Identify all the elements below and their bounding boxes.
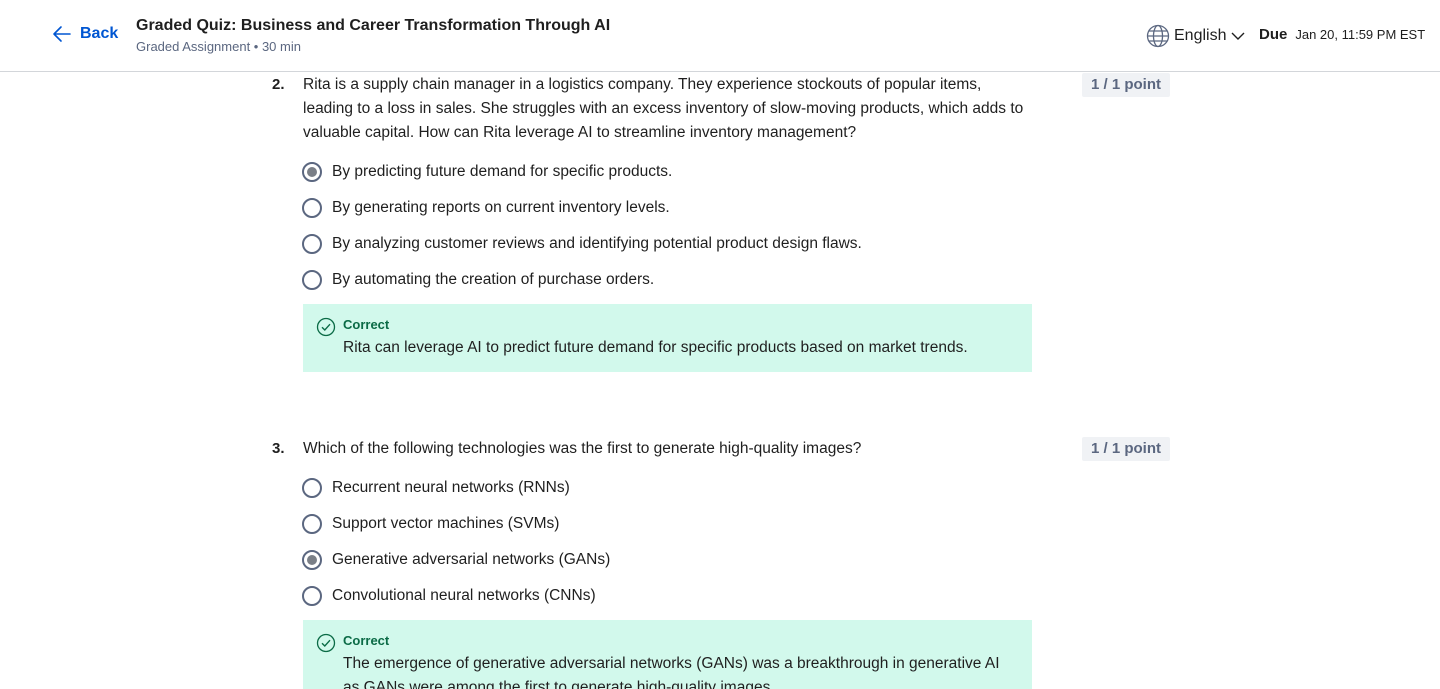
assignment-heading: Graded Quiz: Business and Career Transfo… — [136, 16, 610, 56]
page-title: Graded Quiz: Business and Career Transfo… — [136, 17, 611, 34]
arrow-left-icon — [53, 26, 71, 42]
answer-option[interactable]: Support vector machines (SVMs) — [302, 506, 610, 542]
top-header: Back Graded Quiz: Business and Career Tr… — [0, 0, 1440, 72]
due-label: Due — [1259, 26, 1288, 43]
check-circle-icon — [316, 317, 336, 337]
option-label: Support vector machines (SVMs) — [332, 515, 560, 532]
radio-button[interactable] — [302, 198, 322, 218]
answer-option[interactable]: Generative adversarial networks (GANs) — [302, 542, 610, 578]
answer-option[interactable]: By generating reports on current invento… — [302, 190, 862, 226]
feedback-status: Correct — [343, 633, 390, 648]
question-number: 2. — [272, 76, 285, 93]
feedback-text: Rita can leverage AI to predict future d… — [343, 339, 968, 356]
page-subtitle: Graded Assignment • 30 min — [136, 39, 301, 54]
quiz-content[interactable]: 2. Rita is a supply chain manager in a l… — [0, 73, 1440, 689]
answer-options: Recurrent neural networks (RNNs) Support… — [302, 470, 610, 614]
option-label: Generative adversarial networks (GANs) — [332, 551, 611, 568]
points-badge: 1 / 1 point — [1082, 73, 1171, 97]
radio-button[interactable] — [302, 478, 322, 498]
radio-button[interactable] — [302, 234, 322, 254]
points-badge: 1 / 1 point — [1082, 437, 1171, 461]
back-label: Back — [80, 25, 119, 42]
feedback-text: The emergence of generative adversarial … — [343, 655, 1000, 689]
radio-button[interactable] — [302, 514, 322, 534]
answer-option[interactable]: Recurrent neural networks (RNNs) — [302, 470, 610, 506]
feedback-correct: Correct Rita can leverage AI to predict … — [303, 304, 1032, 372]
answer-option[interactable]: By predicting future demand for specific… — [302, 154, 862, 190]
option-label: By automating the creation of purchase o… — [332, 271, 655, 288]
back-button[interactable]: Back — [52, 24, 118, 44]
question-number: 3. — [272, 440, 285, 457]
option-label: By analyzing customer reviews and identi… — [332, 235, 862, 252]
answer-option[interactable]: By automating the creation of purchase o… — [302, 262, 862, 298]
language-label: English — [1174, 27, 1227, 44]
option-label: By generating reports on current invento… — [332, 199, 670, 216]
answer-option[interactable]: By analyzing customer reviews and identi… — [302, 226, 862, 262]
question-text: Which of the following technologies was … — [303, 440, 862, 457]
question-text: Rita is a supply chain manager in a logi… — [303, 76, 1024, 141]
feedback-status: Correct — [343, 317, 390, 332]
feedback-correct: Correct The emergence of generative adve… — [303, 620, 1032, 689]
due-info: Due Jan 20, 11:59 PM EST — [1259, 26, 1425, 43]
radio-selected[interactable] — [302, 550, 322, 570]
option-label: Recurrent neural networks (RNNs) — [332, 479, 570, 496]
option-label: Convolutional neural networks (CNNs) — [332, 587, 596, 604]
answer-option[interactable]: Convolutional neural networks (CNNs) — [302, 578, 610, 614]
check-circle-icon — [316, 633, 336, 653]
globe-icon — [1146, 24, 1170, 48]
due-date: Jan 20, 11:59 PM EST — [1295, 27, 1426, 42]
radio-selected[interactable] — [302, 162, 322, 182]
language-selector[interactable]: English — [1146, 24, 1246, 48]
chevron-down-icon — [1231, 32, 1245, 40]
radio-button[interactable] — [302, 270, 322, 290]
option-label: By predicting future demand for specific… — [332, 163, 673, 180]
radio-button[interactable] — [302, 586, 322, 606]
answer-options: By predicting future demand for specific… — [302, 154, 862, 298]
